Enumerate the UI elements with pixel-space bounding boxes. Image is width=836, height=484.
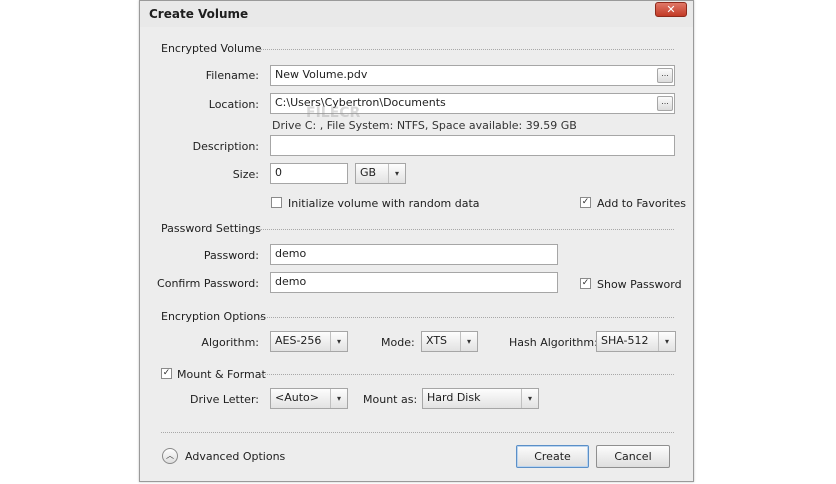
section-encrypted-volume: Encrypted Volume — [161, 42, 262, 55]
section-divider — [257, 49, 674, 50]
section-password-settings: Password Settings — [161, 222, 261, 235]
section-divider — [257, 229, 674, 230]
add-favorites-label: Add to Favorites — [597, 197, 687, 210]
confirm-password-label: Confirm Password: — [157, 277, 259, 290]
chevron-down-icon: ▾ — [388, 164, 405, 183]
hash-algorithm-select[interactable]: SHA-512 ▾ — [596, 331, 676, 352]
mount-format-checkbox[interactable]: ✓ — [161, 368, 172, 379]
filename-label: Filename: — [205, 69, 259, 82]
chevron-down-icon: ▾ — [521, 389, 538, 408]
show-password-label: Show Password — [597, 278, 682, 291]
close-button[interactable]: ✕ — [655, 2, 687, 17]
advanced-options-label[interactable]: Advanced Options — [185, 450, 285, 463]
hash-algorithm-value: SHA-512 — [601, 334, 649, 347]
location-label: Location: — [208, 98, 259, 111]
algorithm-label: Algorithm: — [201, 336, 259, 349]
size-label: Size: — [232, 168, 259, 181]
algorithm-value: AES-256 — [275, 334, 322, 347]
description-field[interactable] — [270, 135, 675, 156]
close-icon: ✕ — [666, 3, 676, 16]
chevron-down-icon: ▾ — [330, 389, 347, 408]
chevron-down-icon: ▾ — [658, 332, 675, 351]
init-random-checkbox[interactable] — [271, 197, 282, 208]
cancel-button[interactable]: Cancel — [596, 445, 670, 468]
ellipsis-icon: ... — [661, 69, 669, 78]
watermark-logo: FILECR — [306, 105, 361, 121]
drive-letter-label: Drive Letter: — [190, 393, 259, 406]
checkmark-icon: ✓ — [162, 368, 171, 378]
password-label: Password: — [203, 249, 259, 262]
mount-as-value: Hard Disk — [427, 391, 481, 404]
section-mount-format: Mount & Format — [177, 368, 266, 381]
checkmark-icon: ✓ — [581, 197, 590, 207]
section-divider — [260, 374, 674, 375]
create-volume-dialog: Create Volume ✕ Encrypted Volume Filenam… — [139, 0, 694, 482]
mode-value: XTS — [426, 334, 448, 347]
create-button[interactable]: Create — [516, 445, 589, 468]
mount-as-label: Mount as: — [363, 393, 418, 406]
confirm-password-field[interactable]: demo — [270, 272, 558, 293]
mount-as-select[interactable]: Hard Disk ▾ — [422, 388, 539, 409]
filename-field[interactable]: New Volume.pdv — [270, 65, 675, 86]
mode-select[interactable]: XTS ▾ — [421, 331, 478, 352]
add-favorites-checkbox[interactable]: ✓ — [580, 197, 591, 208]
section-encryption-options: Encryption Options — [161, 310, 266, 323]
title-bar: Create Volume ✕ — [140, 1, 693, 27]
algorithm-select[interactable]: AES-256 ▾ — [270, 331, 348, 352]
drive-letter-value: <Auto> — [275, 391, 319, 404]
ellipsis-icon: ... — [661, 97, 669, 106]
chevron-down-icon: ▾ — [330, 332, 347, 351]
init-random-label: Initialize volume with random data — [288, 197, 480, 210]
size-field[interactable]: 0 — [270, 163, 348, 184]
footer-divider — [161, 432, 674, 433]
filename-browse-button[interactable]: ... — [657, 68, 673, 83]
description-label: Description: — [192, 140, 259, 153]
section-divider — [260, 317, 674, 318]
location-browse-button[interactable]: ... — [657, 96, 673, 111]
password-field[interactable]: demo — [270, 244, 558, 265]
checkmark-icon: ✓ — [581, 278, 590, 288]
size-unit-select[interactable]: GB ▾ — [355, 163, 406, 184]
chevron-down-icon: ▾ — [460, 332, 477, 351]
mode-label: Mode: — [381, 336, 415, 349]
hash-algorithm-label: Hash Algorithm: — [509, 336, 598, 349]
show-password-checkbox[interactable]: ✓ — [580, 278, 591, 289]
advanced-options-toggle[interactable]: ︿ — [162, 448, 178, 464]
size-unit-value: GB — [360, 166, 377, 179]
dialog-title: Create Volume — [149, 7, 249, 21]
drive-letter-select[interactable]: <Auto> ▾ — [270, 388, 348, 409]
chevron-up-icon: ︿ — [166, 451, 174, 460]
